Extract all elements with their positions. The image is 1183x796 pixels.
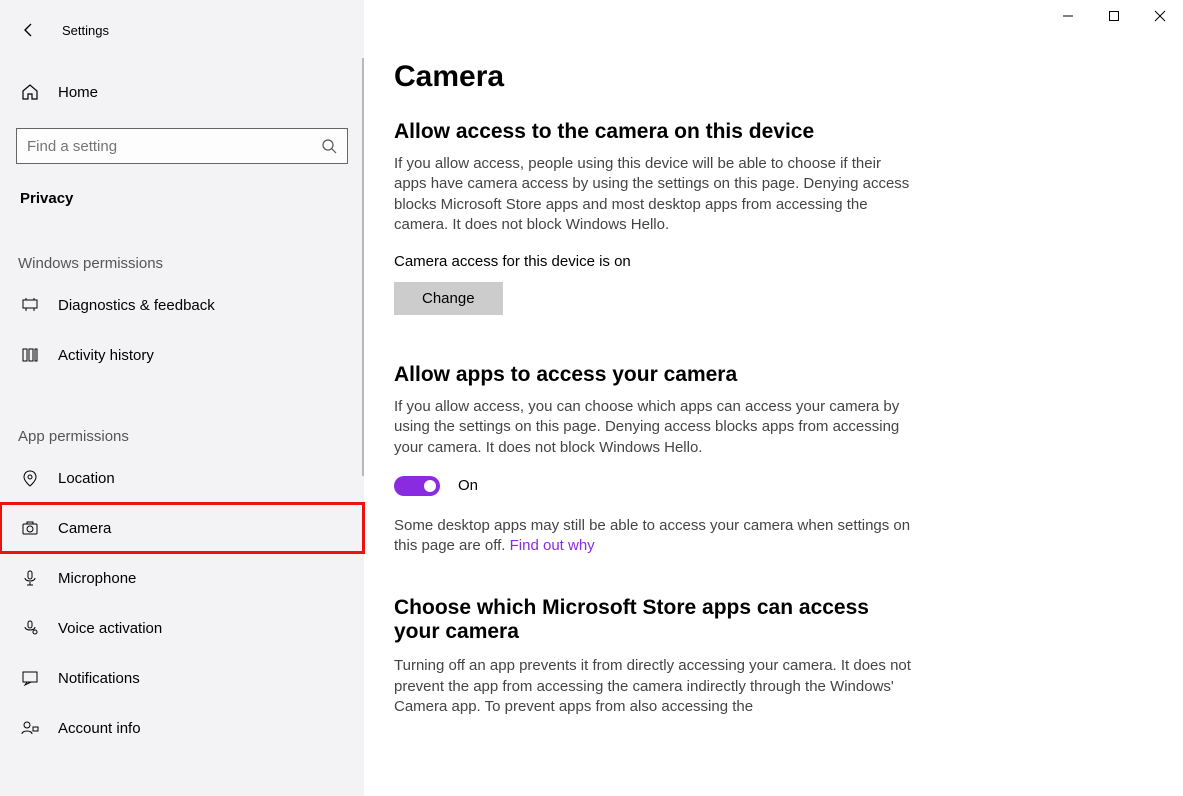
section2-note: Some desktop apps may still be able to a…	[394, 516, 914, 557]
page-title: Camera	[394, 60, 1153, 94]
sidebar-item-camera[interactable]: Camera	[0, 503, 364, 553]
account-icon	[20, 719, 40, 737]
sidebar-item-location[interactable]: Location	[0, 453, 364, 503]
search-icon	[321, 138, 337, 154]
sidebar-item-label: Account info	[58, 720, 141, 737]
home-icon	[20, 83, 40, 101]
window-controls	[1045, 0, 1183, 32]
apps-access-toggle[interactable]	[394, 476, 440, 496]
sidebar-item-voice[interactable]: Voice activation	[0, 603, 364, 653]
sidebar-item-account[interactable]: Account info	[0, 703, 364, 753]
sidebar-item-diagnostics[interactable]: Diagnostics & feedback	[0, 280, 364, 330]
app-title: Settings	[62, 23, 109, 38]
search-box[interactable]	[16, 128, 348, 164]
sidebar: Settings Home Privacy Windows permission…	[0, 0, 364, 796]
section1-body: If you allow access, people using this d…	[394, 154, 914, 235]
location-icon	[20, 469, 40, 487]
maximize-button[interactable]	[1091, 0, 1137, 32]
voice-icon	[20, 619, 40, 637]
sidebar-item-microphone[interactable]: Microphone	[0, 553, 364, 603]
microphone-icon	[20, 569, 40, 587]
search-input[interactable]	[27, 138, 307, 155]
feedback-icon	[20, 296, 40, 314]
toggle-state-label: On	[458, 477, 478, 494]
section1-title: Allow access to the camera on this devic…	[394, 120, 1153, 144]
section3-title: Choose which Microsoft Store apps can ac…	[394, 596, 914, 644]
sidebar-item-label: Activity history	[58, 347, 154, 364]
device-access-status: Camera access for this device is on	[394, 253, 1153, 270]
sidebar-item-label: Diagnostics & feedback	[58, 297, 215, 314]
close-button[interactable]	[1137, 0, 1183, 32]
section3-body: Turning off an app prevents it from dire…	[394, 656, 914, 717]
notifications-icon	[20, 669, 40, 687]
sidebar-item-label: Microphone	[58, 570, 136, 587]
group-windows-permissions: Windows permissions	[0, 255, 364, 272]
group-app-permissions: App permissions	[0, 428, 364, 445]
privacy-header: Privacy	[0, 190, 364, 207]
sidebar-item-label: Voice activation	[58, 620, 162, 637]
sidebar-item-activity[interactable]: Activity history	[0, 330, 364, 380]
main-content: Camera Allow access to the camera on thi…	[364, 0, 1183, 796]
note-text: Some desktop apps may still be able to a…	[394, 517, 910, 554]
camera-icon	[20, 519, 40, 537]
history-icon	[20, 346, 40, 364]
home-label: Home	[58, 84, 98, 101]
sidebar-item-label: Camera	[58, 520, 111, 537]
sidebar-item-notifications[interactable]: Notifications	[0, 653, 364, 703]
change-button[interactable]: Change	[394, 282, 503, 315]
find-out-why-link[interactable]: Find out why	[510, 537, 595, 554]
section2-title: Allow apps to access your camera	[394, 363, 1153, 387]
home-nav[interactable]: Home	[0, 68, 364, 116]
titlebar: Settings	[0, 12, 364, 48]
back-button[interactable]	[20, 21, 38, 39]
section2-body: If you allow access, you can choose whic…	[394, 397, 914, 458]
sidebar-item-label: Location	[58, 470, 115, 487]
sidebar-item-label: Notifications	[58, 670, 140, 687]
minimize-button[interactable]	[1045, 0, 1091, 32]
